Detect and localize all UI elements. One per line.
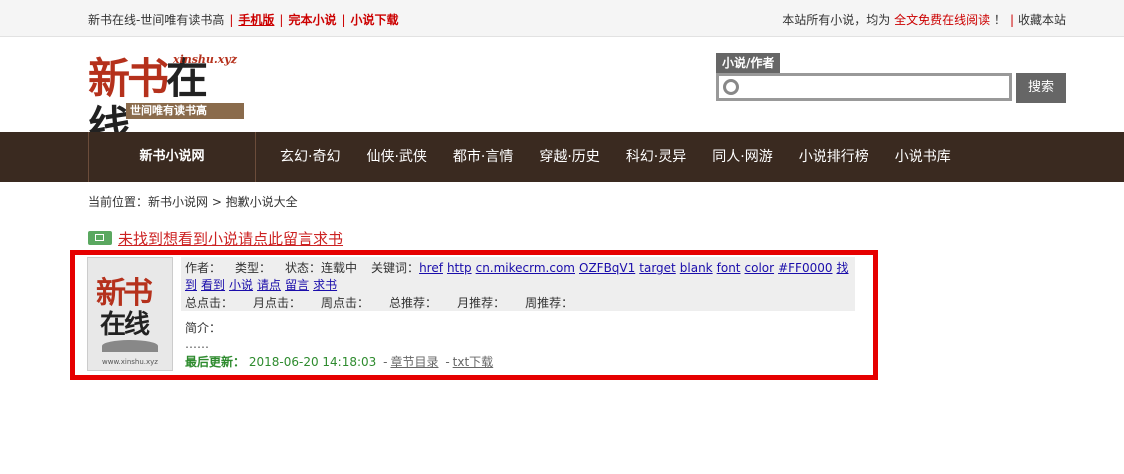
nav-item-dushi[interactable]: 都市·言情 [453,132,513,182]
nav-item-library[interactable]: 小说书库 [895,132,951,182]
chapter-list-link[interactable]: 章节目录 [390,355,438,369]
nav-item-xianxia[interactable]: 仙侠·武侠 [366,132,426,182]
notice-prefix: 本站所有小说，均为 [782,13,891,27]
search-icon [723,79,739,95]
keyword-link[interactable]: 请点 [257,278,281,292]
month-recommend: 月推荐： [457,296,506,310]
nav-item-chuanyue[interactable]: 穿越·历史 [539,132,599,182]
keyword-link[interactable]: http [447,261,472,275]
notice-suffix: ！ [993,13,1006,27]
finished-novels-link[interactable]: 完本小说 [288,13,336,27]
novel-download-link[interactable]: 小说下载 [351,13,399,27]
author-label: 作者： [185,261,222,275]
keyword-link[interactable]: target [639,261,676,275]
nav-item-tongren[interactable]: 同人·网游 [712,132,772,182]
book-card: 新书 在线 www.xinshu.xyz 作者： 类型： 状态：连载中 关键词：hre… [70,250,878,380]
keyword-link[interactable]: OZFBqV1 [579,261,635,275]
type-label: 类型： [235,261,272,275]
week-recommend: 周推荐： [525,296,574,310]
keyword-link[interactable]: 留言 [285,278,309,292]
notice-highlight: 全文免费在线阅读 [894,13,991,27]
main-nav: 新书小说网 玄幻·奇幻 仙侠·武侠 都市·言情 穿越·历史 科幻·灵异 同人·网… [0,132,1124,182]
open-book-icon [102,340,158,352]
txt-download-link[interactable]: txt下载 [453,355,494,369]
status-label: 状态：连载中 [285,261,358,275]
intro-text: …… [185,337,209,351]
keyword-link[interactable]: #FF0000 [778,261,832,275]
cover-title-bottom: 在线 [100,310,150,340]
breadcrumb: 当前位置：新书小说网 > 抱歉小说大全 [88,195,298,209]
last-update: 最后更新： 2018-06-20 14:18:03 - 章节目录 - txt下载 [185,355,494,369]
cover-url: www.xinshu.xyz [102,358,158,366]
book-meta: 作者： 类型： 状态：连载中 关键词：href http cn.mikecrm.com OZ… [185,260,851,294]
keyword-link[interactable]: 看到 [201,278,225,292]
keyword-link[interactable]: color [745,261,775,275]
header: 新书在线 xinshu.xyz 世间唯有读书高 小说/作者 搜索 [0,37,1124,151]
keyword-link[interactable]: 求书 [313,278,337,292]
nav-items: 玄幻·奇幻 仙侠·武侠 都市·言情 穿越·历史 科幻·灵异 同人·网游 小说排行… [280,132,977,182]
keyword-link[interactable]: 小说 [229,278,253,292]
search-tab[interactable]: 小说/作者 [716,53,781,73]
month-clicks: 月点击： [253,296,302,310]
nav-item-ranking[interactable]: 小说排行榜 [799,132,869,182]
top-bar-left: 新书在线-世间唯有读书高 | 手机版 | 完本小说 | 小说下载 [88,13,399,27]
nav-item-xuanhuan[interactable]: 玄幻·奇幻 [280,132,340,182]
logo-domain: xinshu.xyz [173,53,237,66]
week-clicks: 周点击： [321,296,370,310]
search-box[interactable] [716,73,1012,101]
search-input[interactable] [747,77,1007,99]
mobile-link[interactable]: 手机版 [238,13,274,27]
nav-home[interactable]: 新书小说网 [88,132,256,182]
top-bar: 新书在线-世间唯有读书高 | 手机版 | 完本小说 | 小说下载 本站所有小说，均为 全文免… [0,0,1124,37]
update-label: 最后更新： [185,355,246,369]
search-button[interactable]: 搜索 [1016,73,1066,103]
keyword-link[interactable]: href [419,261,443,275]
total-clicks: 总点击： [185,296,234,310]
logo-slogan: 世间唯有读书高 [126,103,244,119]
book-cover[interactable]: 新书 在线 www.xinshu.xyz [87,257,173,371]
book-stats: 总点击： 月点击： 周点击： 总推荐： 月推荐： 周推荐： [185,294,593,311]
total-recommend: 总推荐： [389,296,438,310]
bookmark-link[interactable]: 收藏本站 [1018,13,1066,27]
request-book-link[interactable]: 未找到想看到小说请点此留言求书 [118,228,343,249]
keyword-link[interactable]: font [717,261,741,275]
home-icon [88,231,112,245]
update-time: 2018-06-20 14:18:03 [248,355,377,369]
site-logo[interactable]: 新书在线 xinshu.xyz 世间唯有读书高 [88,51,244,151]
book-info: 作者： 类型： 状态：连载中 关键词：href http cn.mikecrm.com OZ… [181,257,855,311]
keyword-link[interactable]: blank [680,261,713,275]
keywords-label: 关键词： [371,261,420,275]
top-bar-right: 本站所有小说，均为 全文免费在线阅读 ！ | 收藏本站 [782,13,1066,27]
nav-item-kehuan[interactable]: 科幻·灵异 [626,132,686,182]
site-title: 新书在线-世间唯有读书高 [88,13,225,27]
intro-label: 简介： [185,321,222,335]
keyword-link[interactable]: cn.mikecrm.com [476,261,575,275]
